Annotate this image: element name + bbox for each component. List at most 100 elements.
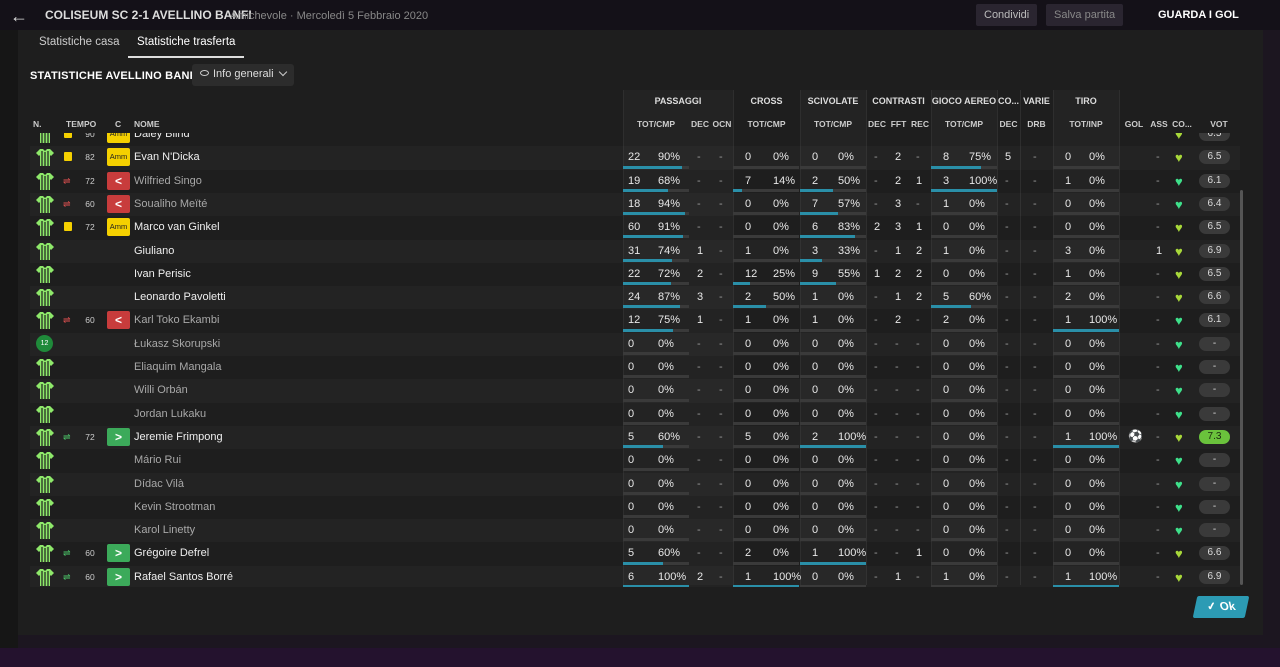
col-c[interactable]: C — [115, 119, 121, 129]
table-row[interactable]: Jordan Lukaku 0 0% 0 0% 0 0% 0 0% 0 0% - - - - - - - - ♥ - — [30, 403, 1240, 426]
table-row[interactable]: ⇌ <60 Soualiho Meïté 18 94% 0 0% 7 57% 1 0% 0 0% - - - 3… — [30, 193, 1240, 216]
col-nome[interactable]: NOME — [134, 119, 160, 129]
col-pass-dec[interactable]: DEC — [689, 119, 711, 129]
col-pass-ocn[interactable]: OCN — [711, 119, 733, 129]
save-match-button[interactable]: Salva partita — [1046, 4, 1124, 26]
table-row[interactable]: ⇌ <72 Wilfried Singo 19 68% 7 14% 2 50% 3 100% 1 0% -… — [30, 170, 1240, 193]
table-row[interactable]: Leonardo Pavoletti 24 87% 2 50% 1 0% 5 60% 2 0% 3 - -… — [30, 286, 1240, 309]
drb-value: - — [1033, 477, 1037, 490]
tab-home-stats[interactable]: Statistiche casa — [39, 36, 120, 56]
player-name[interactable]: Karol Linetty — [134, 524, 195, 536]
table-row[interactable]: Kevin Strootman 0 0% 0 0% 0 0% 0 0% 0 0% - - - - - - - - ♥ - — [30, 496, 1240, 519]
goal-ball-icon: ⚽ — [1128, 428, 1143, 443]
drb-value: - — [1033, 570, 1037, 583]
col-sciv-tot[interactable]: TOT/CMP — [800, 119, 866, 129]
table-row[interactable]: 12 Łukasz Skorupski 0 0% 0 0% 0 0% 0 0% 0 0% - - - - - - -… — [30, 333, 1240, 356]
player-name[interactable]: Wilfried Singo — [134, 175, 202, 187]
cross-bar-track — [733, 235, 799, 239]
col-vot[interactable]: VOT — [1204, 119, 1234, 129]
col-tempo[interactable]: TEMPO — [66, 119, 96, 129]
player-name[interactable]: Karl Toko Ekambi — [134, 314, 219, 326]
player-name[interactable]: Mário Rui — [134, 454, 181, 466]
table-row[interactable]: Amm 82 Evan N'Dicka 22 90% 0 0% 0 0% 8 75% 0 0% - - - 2 -… — [30, 146, 1240, 169]
cross-total: 0 — [745, 454, 752, 467]
header-gioco-aereo[interactable]: GIOCO AEREO — [931, 96, 997, 106]
player-name[interactable]: Evan N'Dicka — [134, 151, 200, 163]
table-row[interactable]: ⇌ >60 Rafael Santos Borré 6 100% 1 100% 0 0% 1 0% 1… — [30, 566, 1240, 587]
header-cross[interactable]: CROSS — [733, 96, 800, 106]
table-row[interactable]: ⇌ >72 Jeremie Frimpong 5 60% 5 0% 2 100% 0 0% 1 100%… — [30, 426, 1240, 449]
watch-goals-button[interactable]: GUARDA I GOL — [1150, 4, 1247, 26]
pass-total: 0 — [628, 454, 635, 467]
col-n[interactable]: N. — [33, 119, 42, 129]
header-scivolate[interactable]: SCIVOLATE — [800, 96, 866, 106]
player-name[interactable]: Jordan Lukaku — [134, 408, 206, 420]
header-varie[interactable]: VARIE — [1020, 96, 1053, 106]
player-name[interactable]: Willi Orbán — [134, 384, 188, 396]
player-name[interactable]: Leonardo Pavoletti — [134, 291, 226, 303]
table-row[interactable]: Amm 72 Marco van Ginkel 60 91% 0 0% 6 83% 0 0% 0 0% -… — [30, 216, 1240, 239]
table-row[interactable]: Willi Orbán 0 0% 0 0% 0 0% 0 0% 0 0% - - - - - - - - ♥ - — [30, 379, 1240, 402]
header-passaggi[interactable]: PASSAGGI — [623, 96, 733, 106]
col-co2[interactable]: CO... — [1170, 119, 1194, 129]
sciv-bar-track — [800, 351, 866, 355]
morale-heart-icon: ♥ — [1175, 220, 1183, 236]
player-name[interactable]: Giuliano — [134, 245, 174, 257]
player-name[interactable]: Eliaquim Mangala — [134, 361, 221, 373]
col-aereo-tot[interactable]: TOT/CMP — [931, 119, 997, 129]
shirt-icon — [36, 172, 54, 191]
table-row[interactable]: Dídac Vilà 0 0% 0 0% 0 0% 0 0% 0 0% - - - - - - - - ♥ - — [30, 473, 1240, 496]
pass-pct: 0% — [658, 384, 674, 397]
player-name[interactable]: Jeremie Frimpong — [134, 431, 223, 443]
col-con-fft[interactable]: FFT — [888, 119, 909, 129]
sciv-bar-track — [800, 538, 866, 542]
player-name[interactable]: Marco van Ginkel — [134, 221, 220, 233]
player-name[interactable]: Rafael Santos Borré — [134, 571, 233, 583]
table-row[interactable]: Karol Linetty 0 0% 0 0% 0 0% 0 0% 0 0% - - - - - - - - ♥ - — [30, 519, 1240, 542]
table-row[interactable]: Eliaquim Mangala 0 0% 0 0% 0 0% 0 0% 0 0% - - - - - - - - ♥… — [30, 356, 1240, 379]
table-row[interactable]: Mário Rui 0 0% 0 0% 0 0% 0 0% 0 0% - - - - - - - - ♥ - — [30, 449, 1240, 472]
sciv-bar-track — [800, 491, 866, 495]
pass-bar-fill — [623, 212, 686, 216]
back-arrow-icon[interactable]: ← — [10, 6, 28, 27]
table-row[interactable]: Amm 90 Daley Blind ♥ 6.5 — [30, 133, 1240, 146]
player-name[interactable]: Dídac Vilà — [134, 478, 184, 490]
ok-button[interactable]: ✓ Ok — [1192, 596, 1250, 618]
dec-value: - — [697, 151, 701, 164]
c_dec-value: - — [874, 524, 878, 537]
col-varie-drb[interactable]: DRB — [1020, 119, 1053, 129]
player-name[interactable]: Grégoire Defrel — [134, 547, 209, 559]
share-button[interactable]: Condividi — [976, 4, 1038, 26]
table-row[interactable]: Ivan Perisic 22 72% 12 25% 9 55% 0 0% 1 0% 2-1 2 2- - -… — [30, 263, 1240, 286]
table-row[interactable]: Giuliano 31 74% 1 0% 3 33% 1 0% 3 0% 1 - - 1 2 - - 1 ♥ 6.9 — [30, 240, 1240, 263]
player-name[interactable]: Soualiho Meïté — [134, 198, 207, 210]
morale-heart-icon: ♥ — [1175, 360, 1183, 375]
player-name[interactable]: Kevin Strootman — [134, 501, 215, 513]
col-cross-tot[interactable]: TOT/CMP — [733, 119, 800, 129]
col-pass-tot[interactable]: TOT/CMP — [623, 119, 689, 129]
c_dec-value: - — [874, 430, 878, 443]
col-co-dec[interactable]: DEC — [997, 119, 1020, 129]
pass-total: 0 — [628, 524, 635, 537]
col-gol[interactable]: GOL — [1124, 119, 1144, 129]
ass-value: - — [1156, 430, 1160, 443]
col-con-rec[interactable]: REC — [909, 119, 931, 129]
co_dec-value: - — [1005, 524, 1009, 537]
table-scrollbar[interactable] — [1240, 190, 1243, 585]
table-row[interactable]: ⇌ >60 Grégoire Defrel 5 60% 2 0% 1 100% 0 0% 0 0% - - -… — [30, 542, 1240, 565]
header-tiro[interactable]: TIRO — [1053, 96, 1119, 106]
player-name[interactable]: Ivan Perisic — [134, 268, 191, 280]
col-ass[interactable]: ASS — [1148, 119, 1170, 129]
table-row[interactable]: ⇌ <60 Karl Toko Ekambi 12 75% 1 0% 1 0% 2 0% 1 100% 1… — [30, 309, 1240, 332]
header-co[interactable]: CO... — [997, 96, 1020, 106]
player-name[interactable]: Daley Blind — [134, 133, 190, 140]
sciv-bar-track — [800, 328, 866, 332]
tab-away-stats[interactable]: Statistiche trasferta — [128, 36, 245, 58]
header-contrasti[interactable]: CONTRASTI — [866, 96, 931, 106]
info-dropdown[interactable]: Info generali — [192, 64, 294, 86]
player-name[interactable]: Łukasz Skorupski — [134, 338, 220, 350]
col-tiro-tot[interactable]: TOT/INP — [1053, 119, 1119, 129]
cross-bar-track — [733, 212, 799, 216]
minutes-played: 60 — [85, 198, 95, 209]
col-con-dec[interactable]: DEC — [866, 119, 888, 129]
